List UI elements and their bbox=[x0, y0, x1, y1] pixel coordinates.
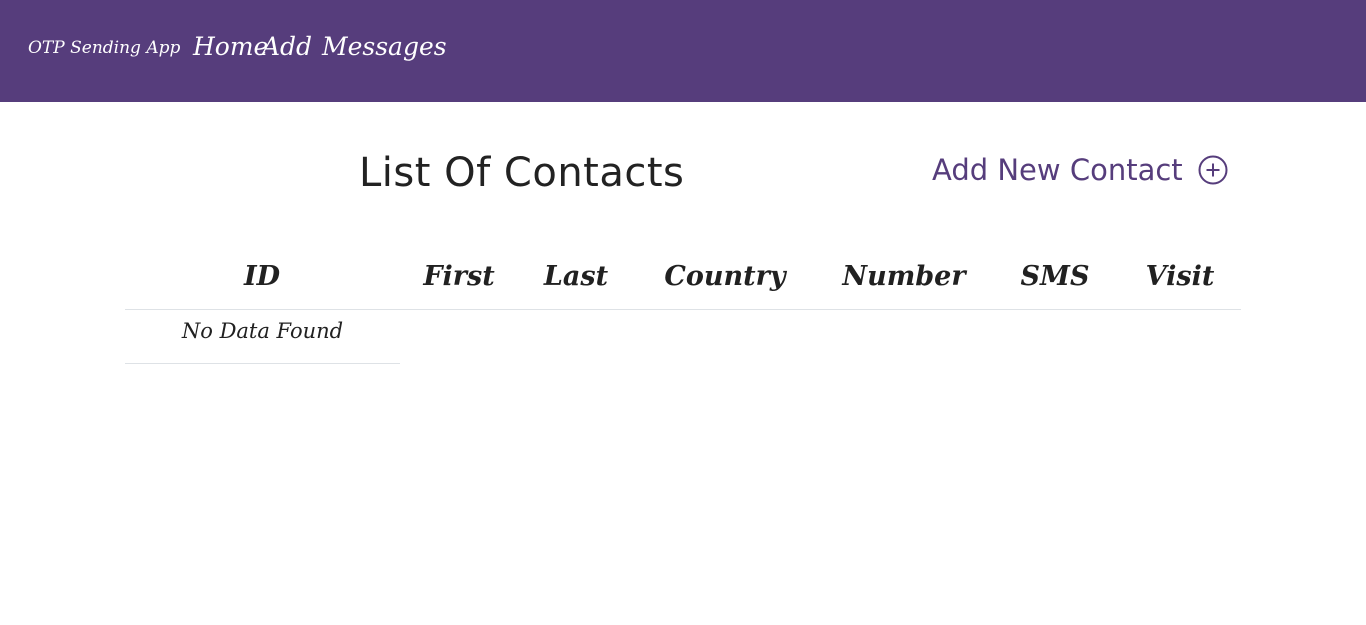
column-header-number: Number bbox=[842, 261, 966, 292]
top-navbar: OTP Sending App Home Add Messages bbox=[0, 0, 1366, 102]
contacts-table-header: ID First Last Country Number SMS Visit bbox=[125, 255, 1241, 310]
column-header-sms: SMS bbox=[1020, 261, 1090, 292]
plus-circle-icon bbox=[1198, 155, 1228, 185]
brand-link[interactable]: OTP Sending App bbox=[28, 38, 180, 58]
nav-add-link[interactable]: Add bbox=[262, 32, 312, 61]
empty-table-message: No Data Found bbox=[181, 319, 344, 343]
add-new-contact-button[interactable]: Add New Contact bbox=[932, 153, 1228, 187]
column-header-first: First bbox=[423, 261, 495, 292]
column-header-country: Country bbox=[664, 261, 786, 292]
column-header-id: ID bbox=[243, 261, 281, 292]
nav-messages-link[interactable]: Messages bbox=[322, 32, 447, 61]
column-header-last: Last bbox=[543, 261, 609, 292]
table-row: No Data Found bbox=[125, 310, 400, 364]
page-title: List Of Contacts bbox=[359, 150, 685, 196]
column-header-visit: Visit bbox=[1145, 261, 1215, 292]
add-new-contact-label: Add New Contact bbox=[932, 153, 1183, 187]
nav-home-link[interactable]: Home bbox=[193, 32, 268, 61]
